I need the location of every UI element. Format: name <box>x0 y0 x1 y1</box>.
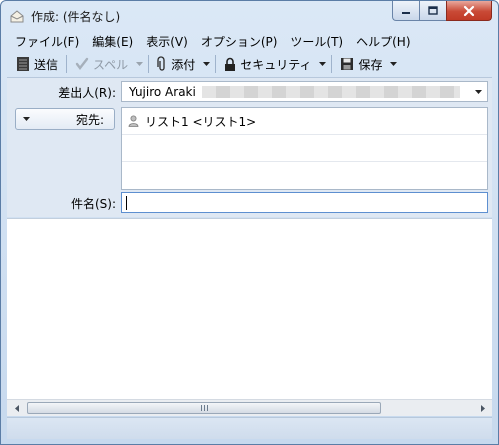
grip-icon <box>200 405 208 411</box>
send-button[interactable]: 送信 <box>11 53 63 75</box>
save-dropdown[interactable] <box>388 53 400 75</box>
app-icon <box>9 8 25 24</box>
security-label: セキュリティ <box>240 57 312 72</box>
scroll-left-icon <box>14 404 19 412</box>
minimize-button[interactable] <box>392 1 419 21</box>
lock-icon <box>225 57 236 71</box>
recipient-row[interactable] <box>122 162 487 189</box>
message-body-editor[interactable] <box>7 218 492 399</box>
security-dropdown[interactable] <box>316 53 328 75</box>
toolbar: 送信 スペル 添付 セキュリティ 保存 <box>7 52 492 76</box>
spell-button[interactable]: スペル <box>70 53 133 75</box>
redacted-address <box>202 86 460 98</box>
maximize-button[interactable] <box>419 1 446 21</box>
toolbar-separator <box>215 55 217 73</box>
scroll-right-button[interactable] <box>474 400 491 416</box>
maximize-icon <box>428 5 438 15</box>
chevron-down-icon <box>202 62 210 66</box>
close-icon <box>463 5 475 16</box>
save-label: 保存 <box>358 57 383 72</box>
chevron-down-icon <box>390 62 397 66</box>
toolbar-separator <box>66 55 68 73</box>
subject-input[interactable] <box>121 192 488 213</box>
attach-label: 添付 <box>171 57 196 72</box>
horizontal-scrollbar[interactable] <box>7 399 492 416</box>
spell-label: スペル <box>93 57 129 72</box>
from-value: Yujiro Araki <box>129 84 196 99</box>
attach-button[interactable]: 添付 <box>152 53 200 75</box>
recipient-type-select[interactable]: 宛先: <box>15 108 115 130</box>
chevron-down-icon <box>318 62 326 66</box>
recipient-address[interactable]: リスト1 <リスト1> <box>145 113 256 130</box>
menu-options[interactable]: オプション(P) <box>195 33 285 50</box>
recipient-row[interactable]: リスト1 <リスト1> <box>122 108 487 135</box>
floppy-disk-icon <box>341 58 354 70</box>
window-controls <box>392 1 492 21</box>
menu-help[interactable]: ヘルプ(H) <box>350 33 417 50</box>
send-icon <box>17 57 29 71</box>
spell-check-icon <box>75 57 89 70</box>
chevron-down-icon <box>474 89 482 94</box>
from-label: 差出人(R): <box>58 86 116 100</box>
subject-label: 件名(S): <box>70 197 116 211</box>
window-title: 作成: (件名なし) <box>31 10 121 24</box>
title-bar[interactable]: 作成: (件名なし) <box>1 1 498 31</box>
toolbar-separator <box>148 55 150 73</box>
scroll-right-icon <box>480 404 485 412</box>
minimize-icon <box>402 11 410 14</box>
paperclip-icon <box>157 56 165 71</box>
menu-edit[interactable]: 編集(E) <box>86 33 140 50</box>
spell-dropdown[interactable] <box>133 53 145 75</box>
security-button[interactable]: セキュリティ <box>219 53 316 75</box>
close-button[interactable] <box>446 1 492 21</box>
chevron-down-icon <box>22 117 30 121</box>
save-button[interactable]: 保存 <box>335 53 387 75</box>
recipient-row[interactable] <box>122 135 487 162</box>
text-cursor <box>126 195 127 210</box>
recipient-type-arrow <box>16 117 36 121</box>
recipient-list: リスト1 <リスト1> <box>121 107 488 190</box>
person-icon <box>128 115 139 127</box>
from-select[interactable]: Yujiro Araki <box>121 81 488 102</box>
compose-window: 作成: (件名なし) ファイル(F) 編集(E) 表示(V) オプション(P) … <box>0 0 499 445</box>
menu-view[interactable]: 表示(V) <box>140 33 195 50</box>
message-header-pane: 差出人(R): Yujiro Araki 宛先: リスト1 <リスト1> 件名(… <box>7 77 492 217</box>
recipient-type-label: 宛先: <box>75 112 104 127</box>
chevron-down-icon <box>135 62 143 66</box>
menu-bar: ファイル(F) 編集(E) 表示(V) オプション(P) ツール(T) ヘルプ(… <box>7 31 492 51</box>
menu-file[interactable]: ファイル(F) <box>9 33 86 50</box>
status-bar <box>7 417 492 439</box>
scroll-thumb[interactable] <box>27 402 381 414</box>
attach-dropdown[interactable] <box>200 53 212 75</box>
toolbar-separator <box>331 55 333 73</box>
from-dropdown-arrow[interactable] <box>469 82 487 101</box>
menu-tools[interactable]: ツール(T) <box>284 33 350 50</box>
send-label: 送信 <box>34 57 59 72</box>
scroll-left-button[interactable] <box>8 400 25 416</box>
